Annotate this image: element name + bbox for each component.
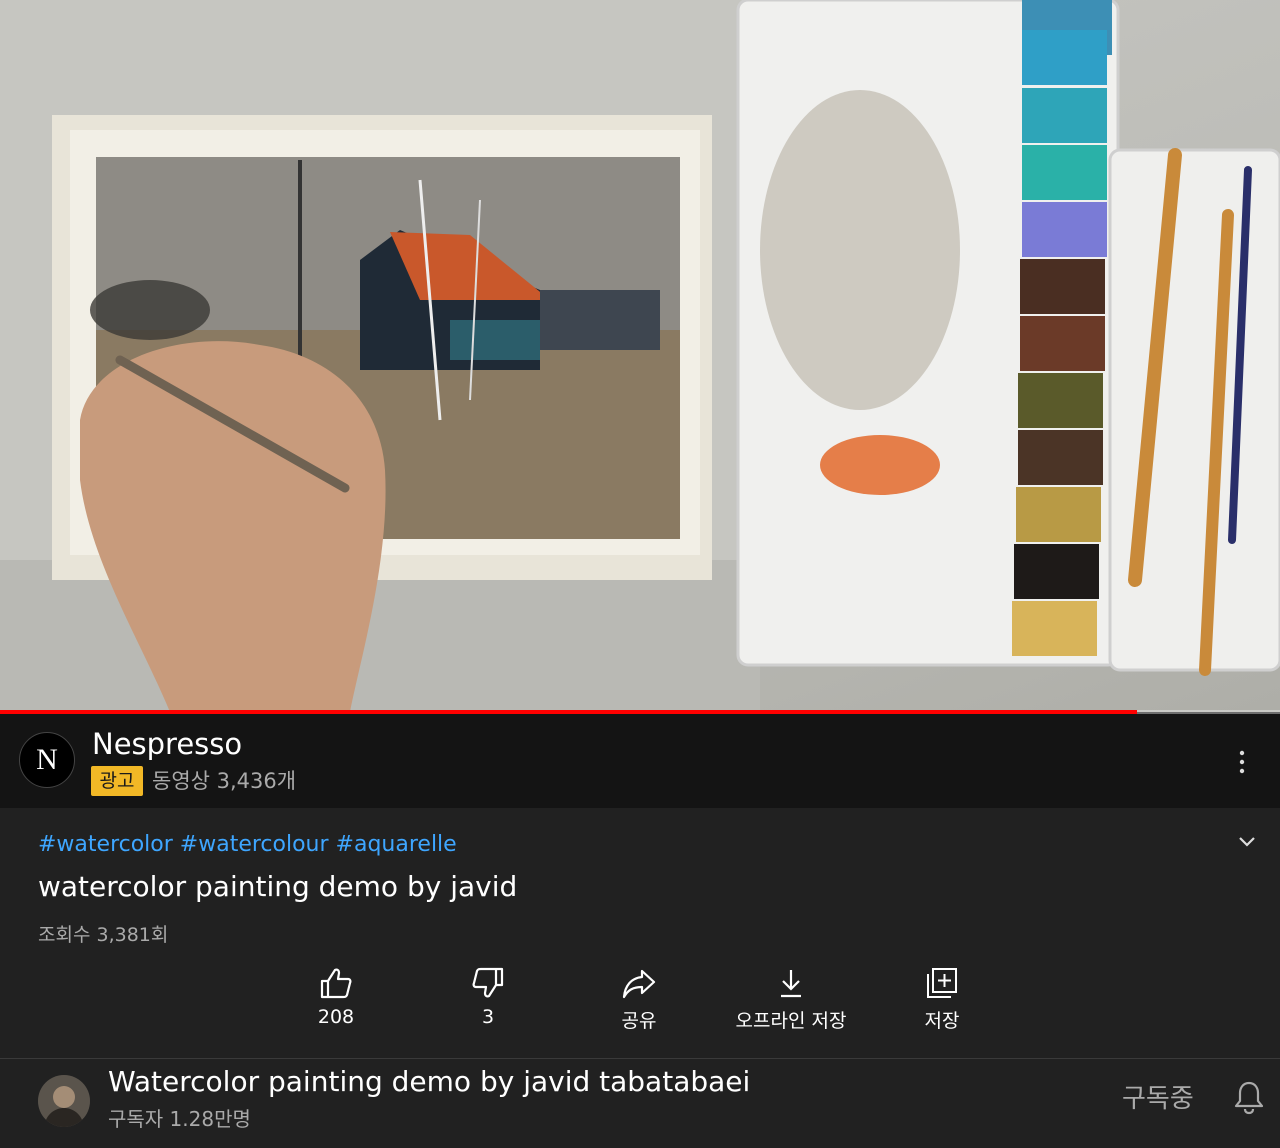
video-frame-watercolor-scene: [0, 0, 1280, 712]
avatar[interactable]: [38, 1075, 90, 1127]
add-to-playlist-icon: [927, 968, 957, 998]
advertiser-logo[interactable]: N: [19, 732, 75, 788]
video-hashtags[interactable]: #watercolor #watercolour #aquarelle: [38, 832, 457, 857]
dislike-button[interactable]: 3: [413, 966, 563, 1042]
advertiser-name[interactable]: Nespresso: [92, 727, 242, 761]
save-label: 저장: [924, 1010, 960, 1032]
like-button[interactable]: 208: [261, 966, 411, 1042]
thumbs-up-icon: [320, 968, 352, 999]
divider: [0, 1058, 1280, 1059]
share-label: 공유: [621, 1010, 657, 1032]
ad-badge: 광고: [91, 766, 143, 796]
view-count: 조회수 3,381회: [38, 924, 169, 946]
more-vert-icon[interactable]: [1228, 747, 1256, 777]
channel-name[interactable]: Watercolor painting demo by javid tabata…: [108, 1065, 750, 1098]
video-title[interactable]: watercolor painting demo by javid: [38, 870, 517, 903]
advertiser-logo-glyph: N: [36, 743, 58, 776]
thumbs-down-icon: [472, 967, 504, 998]
share-button[interactable]: 공유: [564, 966, 714, 1042]
download-button[interactable]: 오프라인 저장: [716, 966, 866, 1042]
chevron-down-icon[interactable]: [1235, 832, 1259, 852]
svg-text:N: N: [36, 743, 58, 776]
save-to-playlist-button[interactable]: 저장: [867, 966, 1017, 1042]
subscriber-count: 구독자 1.28만명: [108, 1107, 251, 1131]
bell-icon[interactable]: [1232, 1079, 1266, 1115]
subscribe-button[interactable]: 구독중: [1122, 1078, 1194, 1115]
like-count: 208: [317, 1006, 355, 1028]
download-icon: [781, 970, 801, 998]
share-icon: [622, 969, 656, 999]
advertiser-video-count: 동영상 3,436개: [152, 769, 297, 793]
video-player[interactable]: [0, 0, 1280, 712]
download-label: 오프라인 저장: [735, 1010, 847, 1032]
dislike-count: 3: [481, 1006, 495, 1028]
